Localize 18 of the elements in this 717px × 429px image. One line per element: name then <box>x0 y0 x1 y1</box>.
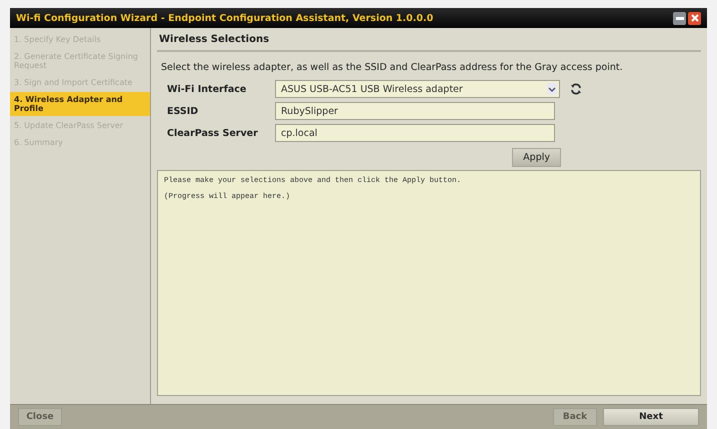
input-field[interactable]: RubySlipper <box>275 102 555 120</box>
instructions-text: Select the wireless adapter, as well as the SSID and ClearPass address for the Gray access point. <box>161 62 624 73</box>
window-title: Wi-fi Configuration Wizard - Endpoint Configuration Assistant, Version 1.0.0.0 <box>16 12 434 24</box>
field-label: ClearPass Server <box>167 128 259 138</box>
minimize-button[interactable] <box>673 12 686 24</box>
close-icon <box>690 14 698 22</box>
input-field[interactable]: cp.local <box>275 124 555 142</box>
refresh-icon[interactable] <box>570 83 582 95</box>
next-button[interactable]: Next <box>603 408 699 426</box>
close-button[interactable] <box>688 12 701 24</box>
field-label: Wi-Fi Interface <box>167 84 248 94</box>
apply-button[interactable]: Apply <box>512 148 561 167</box>
interface-dropdown[interactable]: ASUS USB-AC51 USB Wireless adapter <box>275 80 560 98</box>
caret-icon <box>547 83 557 95</box>
section-title: Wireless Selections <box>157 28 701 52</box>
minimize-icon <box>676 16 684 20</box>
step-item: 4. Wireless Adapter and Profile <box>10 92 150 116</box>
field-label: ESSID <box>167 106 200 116</box>
